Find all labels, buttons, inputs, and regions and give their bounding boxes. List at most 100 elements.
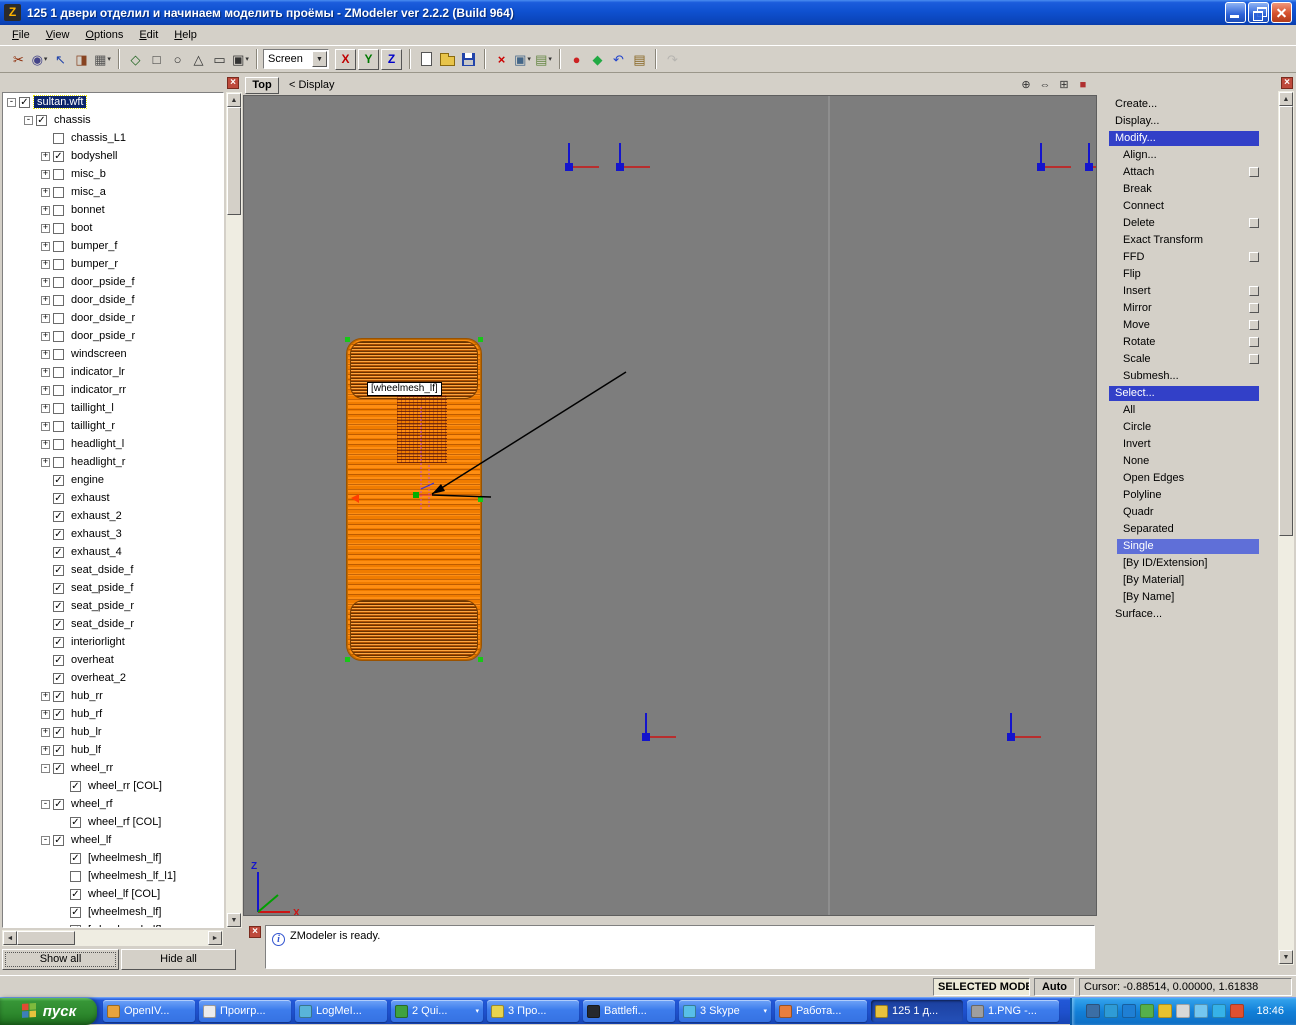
- dropdown-arrow-icon[interactable]: ▾: [527, 55, 531, 63]
- visibility-checkbox[interactable]: [53, 313, 64, 324]
- axis-x-button[interactable]: X: [335, 49, 356, 70]
- view-top-button[interactable]: Top: [245, 77, 279, 94]
- command-none[interactable]: None: [1107, 453, 1259, 470]
- tree-item[interactable]: +door_pside_f: [3, 273, 223, 291]
- command-select[interactable]: Select...: [1107, 385, 1259, 402]
- expander-toggle[interactable]: -: [24, 116, 33, 125]
- visibility-checkbox[interactable]: [53, 349, 64, 360]
- tree-item[interactable]: ✓interiorlight: [3, 633, 223, 651]
- visibility-checkbox[interactable]: ✓: [19, 97, 30, 108]
- close-button[interactable]: [1271, 2, 1292, 23]
- scroll-down-icon[interactable]: [227, 913, 241, 927]
- expander-toggle[interactable]: -: [41, 836, 50, 845]
- visibility-checkbox[interactable]: [53, 133, 64, 144]
- command-checkbox[interactable]: [1249, 218, 1259, 228]
- tree-item[interactable]: ✓overheat_2: [3, 669, 223, 687]
- command-checkbox[interactable]: [1249, 167, 1259, 177]
- command-display[interactable]: Display...: [1107, 113, 1259, 130]
- select-quad-icon[interactable]: ◇: [125, 49, 146, 70]
- command-open-edges[interactable]: Open Edges: [1107, 470, 1259, 487]
- command-move[interactable]: Move: [1107, 317, 1259, 334]
- undo-icon[interactable]: ↶: [608, 49, 629, 70]
- message-panel-close-button[interactable]: [249, 926, 261, 938]
- command-by-id-extension[interactable]: [By ID/Extension]: [1107, 555, 1259, 572]
- save-file-icon[interactable]: [458, 49, 479, 70]
- tree-item[interactable]: +✓hub_lf: [3, 741, 223, 759]
- command-break[interactable]: Break: [1107, 181, 1259, 198]
- tree-item[interactable]: ✓seat_pside_f: [3, 579, 223, 597]
- delete-icon[interactable]: ×: [491, 49, 512, 70]
- tree-item[interactable]: ✓seat_dside_r: [3, 615, 223, 633]
- volume-tray-icon[interactable]: [1176, 1004, 1190, 1018]
- command-polyline[interactable]: Polyline: [1107, 487, 1259, 504]
- visibility-checkbox[interactable]: ✓: [53, 691, 64, 702]
- tree-item[interactable]: +indicator_lr: [3, 363, 223, 381]
- visibility-checkbox[interactable]: [53, 169, 64, 180]
- command-circle[interactable]: Circle: [1107, 419, 1259, 436]
- tree-horizontal-scrollbar[interactable]: [2, 930, 223, 946]
- visibility-checkbox[interactable]: [53, 403, 64, 414]
- visibility-checkbox[interactable]: [53, 457, 64, 468]
- scrollbar-thumb[interactable]: [1279, 106, 1293, 536]
- expander-toggle[interactable]: +: [41, 368, 50, 377]
- visibility-checkbox[interactable]: [53, 295, 64, 306]
- open-file-icon[interactable]: [437, 49, 458, 70]
- hide-all-button[interactable]: Hide all: [121, 949, 236, 970]
- pan-icon[interactable]: ⇔: [1037, 78, 1053, 93]
- taskbar-task[interactable]: Проигр...: [199, 1000, 291, 1022]
- display-settings-tray-icon[interactable]: [1140, 1004, 1154, 1018]
- visibility-checkbox[interactable]: [53, 367, 64, 378]
- maximize-viewport-icon[interactable]: ■: [1075, 78, 1091, 93]
- visibility-checkbox[interactable]: [53, 331, 64, 342]
- visibility-checkbox[interactable]: ✓: [53, 151, 64, 162]
- weld-tool-icon[interactable]: ◉▾: [29, 49, 50, 70]
- tree-item[interactable]: ✓seat_pside_r: [3, 597, 223, 615]
- scroll-up-icon[interactable]: [1279, 92, 1293, 106]
- taskbar-task[interactable]: 3 Про...: [487, 1000, 579, 1022]
- visibility-checkbox[interactable]: [53, 205, 64, 216]
- tree-item[interactable]: +misc_a: [3, 183, 223, 201]
- plugin-icon[interactable]: ◆: [587, 49, 608, 70]
- expander-toggle[interactable]: -: [7, 98, 16, 107]
- tree-item[interactable]: chassis_L1: [3, 129, 223, 147]
- expander-toggle[interactable]: +: [41, 350, 50, 359]
- tree-item[interactable]: +door_dside_r: [3, 309, 223, 327]
- taskbar-task[interactable]: 1.PNG -...: [967, 1000, 1059, 1022]
- visibility-checkbox[interactable]: [53, 223, 64, 234]
- command-all[interactable]: All: [1107, 402, 1259, 419]
- language-bar-icon[interactable]: [1086, 1004, 1100, 1018]
- tree-item[interactable]: ✓exhaust_3: [3, 525, 223, 543]
- visibility-checkbox[interactable]: ✓: [36, 115, 47, 126]
- messenger-tray-icon[interactable]: [1230, 1004, 1244, 1018]
- taskbar-task[interactable]: LogMeI...: [295, 1000, 387, 1022]
- visibility-checkbox[interactable]: [70, 871, 81, 882]
- dropdown-arrow-icon[interactable]: ▾: [44, 55, 48, 63]
- tree-item[interactable]: +boot: [3, 219, 223, 237]
- tree-item[interactable]: ✓exhaust_2: [3, 507, 223, 525]
- tree-item[interactable]: ✓[wheelmesh_lf]: [3, 921, 223, 928]
- tree-item[interactable]: ✓seat_dside_f: [3, 561, 223, 579]
- expander-toggle[interactable]: +: [41, 422, 50, 431]
- visibility-checkbox[interactable]: ✓: [53, 475, 64, 486]
- expander-toggle[interactable]: +: [41, 296, 50, 305]
- zoom-extents-icon[interactable]: ⊞: [1056, 78, 1072, 93]
- command-connect[interactable]: Connect: [1107, 198, 1259, 215]
- command-rotate[interactable]: Rotate: [1107, 334, 1259, 351]
- tree-item[interactable]: +door_dside_f: [3, 291, 223, 309]
- tree-item[interactable]: ✓overheat: [3, 651, 223, 669]
- taskbar-task[interactable]: 2 Qui...▾: [391, 1000, 483, 1022]
- command-surface[interactable]: Surface...: [1107, 606, 1259, 623]
- restore-button[interactable]: [1248, 2, 1269, 23]
- dropdown-arrow-icon[interactable]: ▾: [548, 55, 552, 63]
- new-file-icon[interactable]: [416, 49, 437, 70]
- visibility-checkbox[interactable]: ✓: [53, 583, 64, 594]
- visibility-checkbox[interactable]: ✓: [53, 493, 64, 504]
- visibility-checkbox[interactable]: ✓: [70, 853, 81, 864]
- show-all-button[interactable]: Show all: [2, 949, 119, 970]
- tree-item[interactable]: ✓[wheelmesh_lf]: [3, 849, 223, 867]
- visibility-checkbox[interactable]: ✓: [53, 727, 64, 738]
- tree-item[interactable]: -✓chassis: [3, 111, 223, 129]
- visibility-checkbox[interactable]: ✓: [53, 799, 64, 810]
- command-checkbox[interactable]: [1249, 303, 1259, 313]
- menu-edit[interactable]: Edit: [131, 27, 166, 43]
